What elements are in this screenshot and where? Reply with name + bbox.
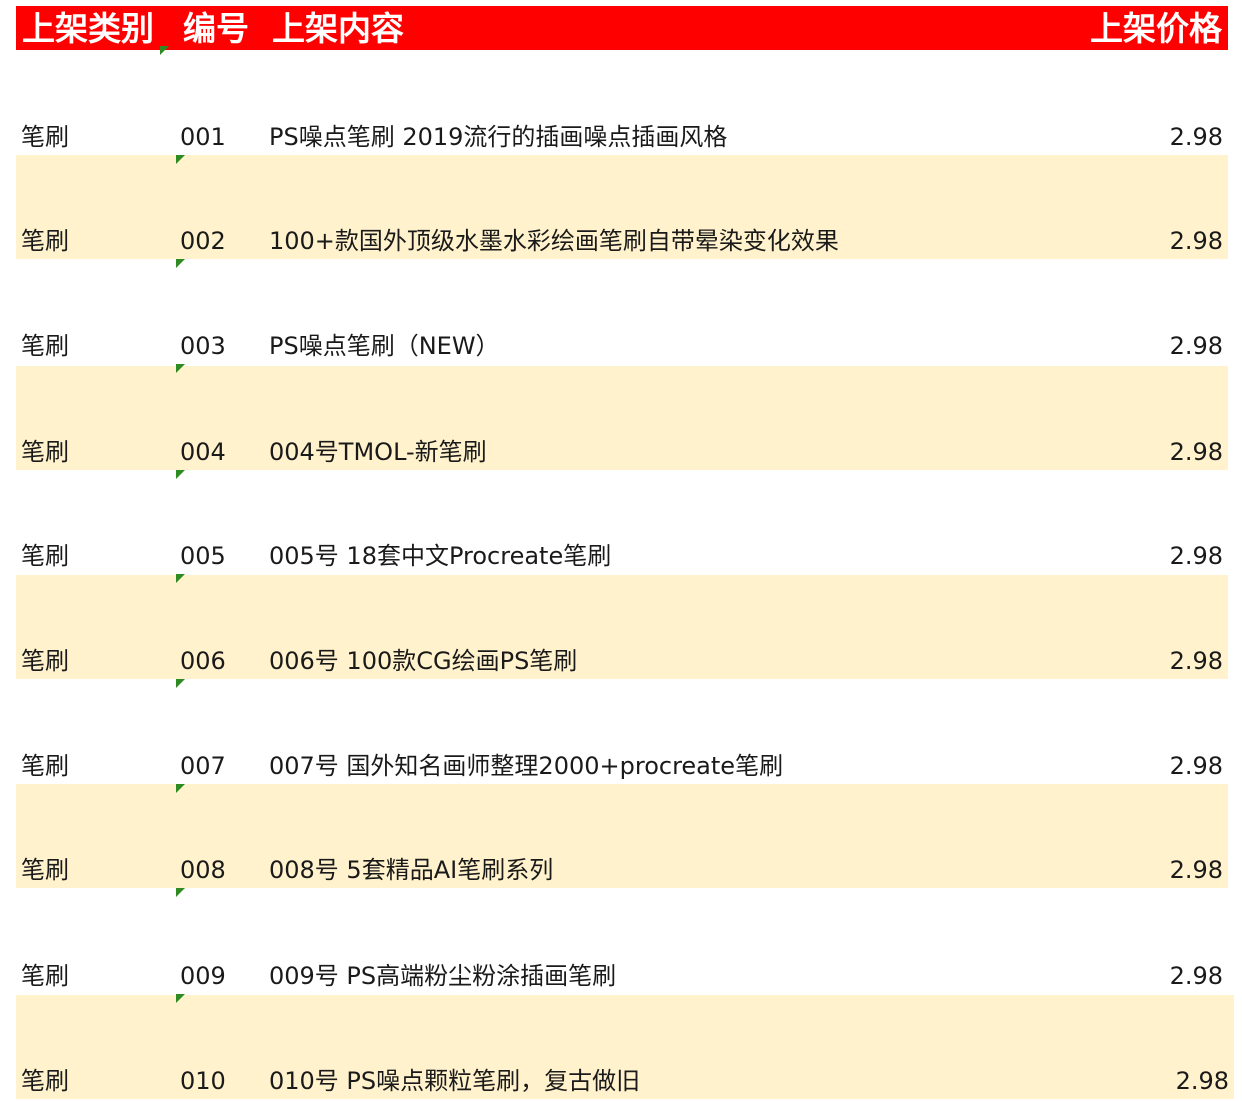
content-cell: 008号 5套精品AI笔刷系列 — [269, 856, 554, 884]
number-cell: 010 — [180, 1067, 226, 1095]
price-cell: 2.98 — [1169, 438, 1223, 466]
content-cell: 010号 PS噪点颗粒笔刷，复古做旧 — [269, 1067, 641, 1095]
price-cell: 2.98 — [1169, 647, 1223, 675]
cell-comment-marker — [176, 994, 185, 1003]
table-row[interactable]: 笔刷 001 PS噪点笔刷 2019流行的插画噪点插画风格 2.98 — [16, 51, 1228, 164]
price-cell: 2.98 — [1169, 752, 1223, 780]
category-cell: 笔刷 — [21, 123, 69, 151]
category-cell: 笔刷 — [21, 856, 69, 884]
category-cell: 笔刷 — [21, 962, 69, 990]
category-cell: 笔刷 — [21, 1067, 69, 1095]
number-cell: 003 — [180, 332, 226, 360]
table-row[interactable]: 笔刷 004 004号TMOL-新笔刷 2.98 — [16, 366, 1228, 479]
table-row[interactable]: 笔刷 009 009号 PS高端粉尘粉涂插画笔刷 2.98 — [16, 890, 1228, 1003]
content-cell: 005号 18套中文Procreate笔刷 — [269, 542, 612, 570]
number-cell: 008 — [180, 856, 226, 884]
number-cell: 004 — [180, 438, 226, 466]
content-cell: 004号TMOL-新笔刷 — [269, 438, 487, 466]
number-cell: 002 — [180, 227, 226, 255]
cell-comment-marker — [176, 364, 185, 373]
table-header: 上架类别 编号 上架内容 上架价格 — [16, 6, 1228, 50]
content-cell: 007号 国外知名画师整理2000+procreate笔刷 — [269, 752, 784, 780]
content-cell: 009号 PS高端粉尘粉涂插画笔刷 — [269, 962, 617, 990]
price-cell: 2.98 — [1169, 227, 1223, 255]
table-row[interactable]: 笔刷 002 100+款国外顶级水墨水彩绘画笔刷自带晕染变化效果 2.98 — [16, 155, 1228, 268]
cell-comment-marker — [176, 155, 185, 164]
price-cell: 2.98 — [1169, 542, 1223, 570]
category-cell: 笔刷 — [21, 438, 69, 466]
header-content: 上架内容 — [272, 9, 404, 48]
price-cell: 2.98 — [1169, 332, 1223, 360]
cell-comment-marker — [176, 679, 185, 688]
price-cell: 2.98 — [1169, 856, 1223, 884]
cell-comment-marker — [176, 470, 185, 479]
cell-comment-marker — [176, 574, 185, 583]
content-cell: 100+款国外顶级水墨水彩绘画笔刷自带晕染变化效果 — [269, 227, 839, 255]
price-cell: 2.98 — [1175, 1067, 1229, 1095]
number-cell: 007 — [180, 752, 226, 780]
number-cell: 006 — [180, 647, 226, 675]
header-number: 编号 — [183, 9, 249, 48]
content-cell: PS噪点笔刷 2019流行的插画噪点插画风格 — [269, 123, 728, 151]
cell-comment-marker — [176, 888, 185, 897]
cell-comment-marker — [176, 259, 185, 268]
category-cell: 笔刷 — [21, 752, 69, 780]
content-cell: PS噪点笔刷（NEW） — [269, 332, 500, 360]
number-cell: 009 — [180, 962, 226, 990]
table-row[interactable]: 笔刷 010 010号 PS噪点颗粒笔刷，复古做旧 2.98 — [16, 995, 1234, 1099]
table-row[interactable]: 笔刷 005 005号 18套中文Procreate笔刷 2.98 — [16, 470, 1228, 583]
price-cell: 2.98 — [1169, 962, 1223, 990]
category-cell: 笔刷 — [21, 332, 69, 360]
category-cell: 笔刷 — [21, 647, 69, 675]
cell-comment-marker — [176, 784, 185, 793]
number-cell: 001 — [180, 123, 226, 151]
header-category: 上架类别 — [22, 9, 154, 48]
table-row[interactable]: 笔刷 003 PS噪点笔刷（NEW） 2.98 — [16, 260, 1228, 373]
number-cell: 005 — [180, 542, 226, 570]
category-cell: 笔刷 — [21, 227, 69, 255]
content-cell: 006号 100款CG绘画PS笔刷 — [269, 647, 578, 675]
category-cell: 笔刷 — [21, 542, 69, 570]
table-row[interactable]: 笔刷 007 007号 国外知名画师整理2000+procreate笔刷 2.9… — [16, 680, 1228, 793]
price-cell: 2.98 — [1169, 123, 1223, 151]
cell-comment-marker — [160, 46, 169, 55]
table-row[interactable]: 笔刷 008 008号 5套精品AI笔刷系列 2.98 — [16, 784, 1228, 897]
header-price: 上架价格 — [1090, 9, 1222, 48]
table-row[interactable]: 笔刷 006 006号 100款CG绘画PS笔刷 2.98 — [16, 575, 1228, 688]
